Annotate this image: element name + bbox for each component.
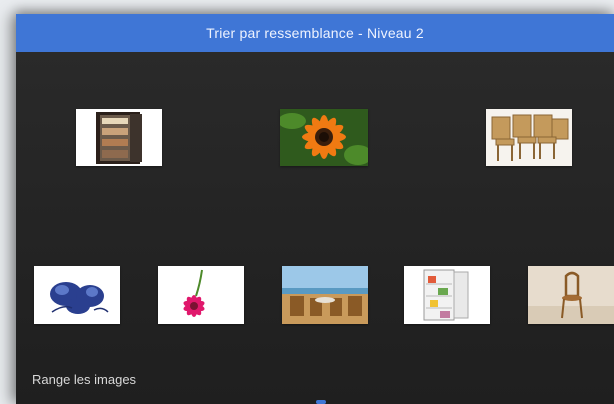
pink-flower-image	[158, 266, 244, 324]
tray-fridge-card[interactable]	[404, 266, 490, 324]
orange-flower-image	[280, 109, 368, 166]
white-fridge-image	[404, 266, 490, 324]
tray-pink-flower-card[interactable]	[158, 266, 244, 324]
tray-blue-flowers-card[interactable]	[34, 266, 120, 324]
terrace-chairs-image	[282, 266, 368, 324]
window-title: Trier par ressemblance - Niveau 2	[206, 25, 424, 41]
category-chairs-card[interactable]	[486, 109, 572, 166]
bottom-indicator	[316, 400, 326, 404]
tray-terrace-chairs-card[interactable]	[282, 266, 368, 324]
wooden-chair-image	[528, 266, 614, 324]
category-flower-card[interactable]	[280, 109, 368, 166]
instruction-text: Range les images	[32, 372, 137, 387]
title-bar: Trier par ressemblance - Niveau 2	[16, 14, 614, 52]
game-window: Trier par ressemblance - Niveau 2 Range …	[16, 14, 614, 404]
open-fridge-image	[76, 109, 162, 166]
tray-wooden-chair-card[interactable]	[528, 266, 614, 324]
category-fridge-card[interactable]	[76, 109, 162, 166]
wooden-chairs-image	[486, 109, 572, 166]
blue-flowers-image	[34, 266, 120, 324]
